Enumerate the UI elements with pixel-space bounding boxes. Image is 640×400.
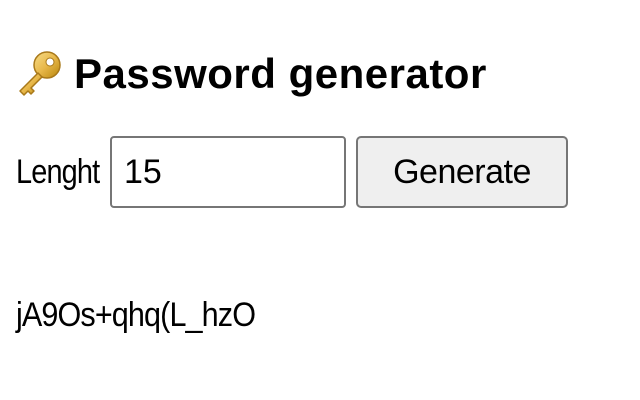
page-title: Password generator [74, 50, 487, 97]
key-icon [14, 49, 64, 99]
length-input[interactable] [110, 136, 346, 208]
generate-button[interactable]: Generate [356, 136, 568, 208]
length-label: Lenght [16, 153, 100, 191]
password-output: jA9Os+qhq(L_hzO [16, 296, 256, 334]
generator-form: Lenght Generate [16, 135, 568, 209]
header: Password generator [14, 44, 487, 104]
